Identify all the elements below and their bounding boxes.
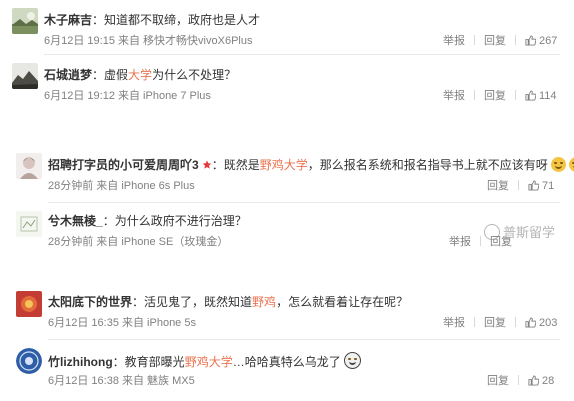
colon: ： (112, 355, 125, 369)
comment-actions: 举报 回复 114 (443, 89, 557, 103)
divider (515, 90, 516, 100)
thumb-up-icon (528, 180, 539, 191)
colon: ： (92, 13, 105, 27)
like-count: 203 (539, 317, 558, 329)
comment-line: 石城逍梦：虚假大学为什么不处理？ (44, 67, 236, 83)
avatar[interactable] (16, 153, 42, 179)
comment-line: 木子麻吉：知道都不取缔，政府也是人才 (44, 12, 260, 28)
comment-group-1: 木子麻吉：知道都不取缔，政府也是人才 6月12日 19:15 来自 移快才畅快v… (0, 0, 574, 110)
report-link[interactable]: 举报 (449, 235, 471, 249)
report-link[interactable]: 举报 (443, 316, 465, 330)
comment-text: 为什么政府不进行治理？ (114, 214, 247, 228)
user-name[interactable]: 木子麻吉 (44, 13, 92, 27)
avatar[interactable] (16, 291, 42, 317)
report-link[interactable]: 举报 (443, 34, 465, 48)
comment-item: 竹lizhihong：教育部曝光野鸡大学…哈哈真特么乌龙了 6月12日 16:3… (0, 340, 574, 398)
comment-text: 虚假 (104, 68, 129, 82)
avatar[interactable] (16, 348, 42, 374)
comment-line: 招聘打字员的小可爱周周吖3 ：既然是野鸡大学，那么报名系统和报名指导书上就不应该有… (48, 157, 574, 173)
divider (515, 317, 516, 327)
laugh-emoji-icon (550, 157, 566, 172)
comment-item: 木子麻吉：知道都不取缔，政府也是人才 6月12日 19:15 来自 移快才畅快v… (0, 0, 574, 55)
comment-text: 知道都不取缔，政府也是人才 (104, 13, 261, 27)
vip-star-icon (202, 160, 211, 169)
comment-text: ，怎么就看着让存在呢？ (276, 295, 409, 309)
comment-meta: 6月12日 16:35 来自 iPhone 5s (48, 317, 196, 329)
user-name[interactable]: 兮木無棱_ (48, 214, 103, 228)
avatar[interactable] (16, 211, 42, 237)
watermark-logo-icon (484, 224, 500, 240)
like-count: 71 (542, 180, 555, 192)
like-button[interactable]: 71 (528, 179, 554, 193)
comment-group-3: 太阳底下的世界：活见鬼了，既然知道野鸡，怎么就看着让存在呢？ 6月12日 16:… (0, 282, 574, 401)
avatar[interactable] (12, 63, 38, 89)
reply-link[interactable]: 回复 (484, 89, 506, 103)
comment-actions: 回复 28 (487, 374, 554, 388)
divider (480, 236, 481, 246)
comment-actions: 回复 71 (487, 179, 554, 193)
like-button[interactable]: 114 (525, 89, 557, 103)
colon: ： (102, 214, 115, 228)
watermark-text: 普斯留学 (503, 225, 556, 240)
user-name[interactable]: 石城逍梦 (44, 68, 92, 82)
thumb-up-icon (525, 35, 536, 46)
reply-link[interactable]: 回复 (484, 34, 506, 48)
laugh-emoji-icon (568, 157, 574, 172)
avatar[interactable] (12, 8, 38, 34)
comment-item: 石城逍梦：虚假大学为什么不处理？ 6月12日 19:12 来自 iPhone 7… (0, 55, 574, 110)
comment-line: 兮木無棱_：为什么政府不进行治理？ (48, 213, 247, 229)
thumb-up-icon (528, 375, 539, 386)
highlight-text: 大学 (128, 68, 153, 82)
comment-actions: 举报 回复 267 (443, 34, 557, 48)
comment-line: 太阳底下的世界：活见鬼了，既然知道野鸡，怎么就看着让存在呢？ (48, 294, 408, 310)
comment-text: 为什么不处理？ (152, 68, 237, 82)
reply-link[interactable]: 回复 (487, 179, 509, 193)
comment-text: 教育部曝光 (124, 355, 185, 369)
divider (474, 35, 475, 45)
comment-meta: 6月12日 19:15 来自 移快才畅快vivoX6Plus (44, 35, 253, 47)
comment-item: 太阳底下的世界：活见鬼了，既然知道野鸡，怎么就看着让存在呢？ 6月12日 16:… (0, 282, 574, 340)
user-name[interactable]: 太阳底下的世界 (48, 295, 132, 309)
comment-group-2: 招聘打字员的小可爱周周吖3 ：既然是野鸡大学，那么报名系统和报名指导书上就不应该有… (0, 145, 574, 255)
like-count: 267 (539, 35, 558, 47)
like-count: 114 (539, 90, 557, 102)
report-link[interactable]: 举报 (443, 89, 465, 103)
highlight-text: 野鸡大学 (184, 355, 233, 369)
shocked-emoji-icon (343, 352, 361, 369)
like-count: 28 (542, 375, 555, 387)
highlight-text: 野鸡大学 (259, 158, 308, 172)
reply-link[interactable]: 回复 (484, 316, 506, 330)
highlight-text: 野鸡 (252, 295, 277, 309)
comment-meta: 6月12日 19:12 来自 iPhone 7 Plus (44, 90, 211, 102)
comment-item: 招聘打字员的小可爱周周吖3 ：既然是野鸡大学，那么报名系统和报名指导书上就不应该有… (0, 145, 574, 203)
comment-meta: 6月12日 16:38 来自 魅族 MX5 (48, 375, 195, 387)
comment-text: 既然是 (223, 158, 260, 172)
colon: ： (211, 158, 224, 172)
comment-meta: 28分钟前 来自 iPhone SE（玫瑰金） (48, 236, 229, 248)
divider (474, 90, 475, 100)
thumb-up-icon (525, 317, 536, 328)
like-button[interactable]: 267 (525, 34, 557, 48)
divider (518, 180, 519, 190)
colon: ： (132, 295, 145, 309)
comment-text: …哈哈真特么乌龙了 (232, 355, 341, 369)
divider (474, 317, 475, 327)
reply-link[interactable]: 回复 (487, 374, 509, 388)
comment-text: 活见鬼了，既然知道 (144, 295, 253, 309)
comment-actions: 举报 回复 203 (443, 316, 557, 330)
user-name[interactable]: 招聘打字员的小可爱周周吖3 (48, 158, 199, 172)
comment-meta: 28分钟前 来自 iPhone 6s Plus (48, 180, 195, 192)
colon: ： (92, 68, 105, 82)
thumb-up-icon (525, 90, 536, 101)
divider (518, 375, 519, 385)
user-name[interactable]: 竹lizhihong (48, 355, 113, 369)
like-button[interactable]: 28 (528, 374, 554, 388)
comment-line: 竹lizhihong：教育部曝光野鸡大学…哈哈真特么乌龙了 (48, 352, 361, 370)
comment-text: ，那么报名系统和报名指导书上就不应该有呀 (307, 158, 548, 172)
divider (515, 35, 516, 45)
like-button[interactable]: 203 (525, 316, 557, 330)
watermark: 普斯留学 (484, 222, 555, 241)
